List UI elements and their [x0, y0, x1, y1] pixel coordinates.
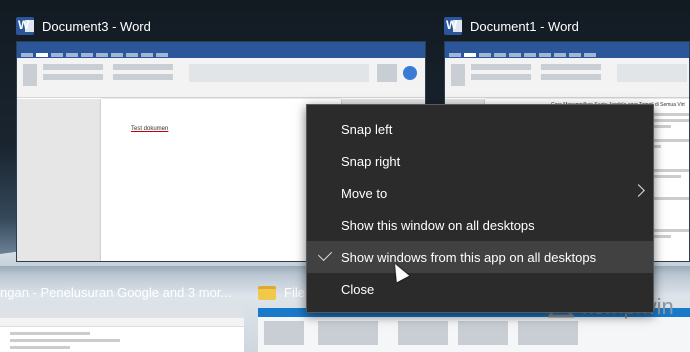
window-title-document3[interactable]: W Document3 - Word [16, 17, 151, 35]
document-page: Test dokumen [101, 99, 341, 261]
word-icon: W [16, 17, 34, 35]
word-icon: W [444, 17, 462, 35]
context-menu: Snap left Snap right Move to Show this w… [306, 104, 654, 313]
menu-item-show-app-windows-all-desktops[interactable]: Show windows from this app on all deskto… [307, 241, 653, 273]
window-title-label: ngan - Penelusuran Google and 3 mor... [0, 285, 232, 300]
menu-item-snap-left[interactable]: Snap left [307, 113, 653, 145]
window-title-chrome[interactable]: ngan - Penelusuran Google and 3 mor... [0, 285, 231, 300]
ribbon-tabs [445, 51, 689, 58]
menu-item-move-to[interactable]: Move to [307, 177, 653, 209]
ribbon [445, 58, 689, 98]
menu-item-snap-right[interactable]: Snap right [307, 145, 653, 177]
window-title-label: Document3 - Word [42, 18, 151, 34]
ribbon [17, 58, 425, 98]
chevron-right-icon [632, 184, 645, 197]
document-text: Test dokumen [131, 126, 169, 132]
title-bar [445, 42, 689, 51]
ribbon-tabs [17, 51, 425, 58]
menu-item-close[interactable]: Close [307, 273, 653, 305]
window-title-label: File [284, 285, 305, 300]
menu-item-show-window-all-desktops[interactable]: Show this window on all desktops [307, 209, 653, 241]
window-title-document1[interactable]: W Document1 - Word [444, 17, 579, 35]
folder-icon [258, 285, 276, 300]
check-icon [317, 246, 333, 262]
window-thumbnail-chrome[interactable] [0, 308, 244, 352]
window-title-explorer[interactable]: File [258, 285, 305, 300]
window-title-label: Document1 - Word [470, 18, 579, 34]
title-bar [17, 42, 425, 51]
